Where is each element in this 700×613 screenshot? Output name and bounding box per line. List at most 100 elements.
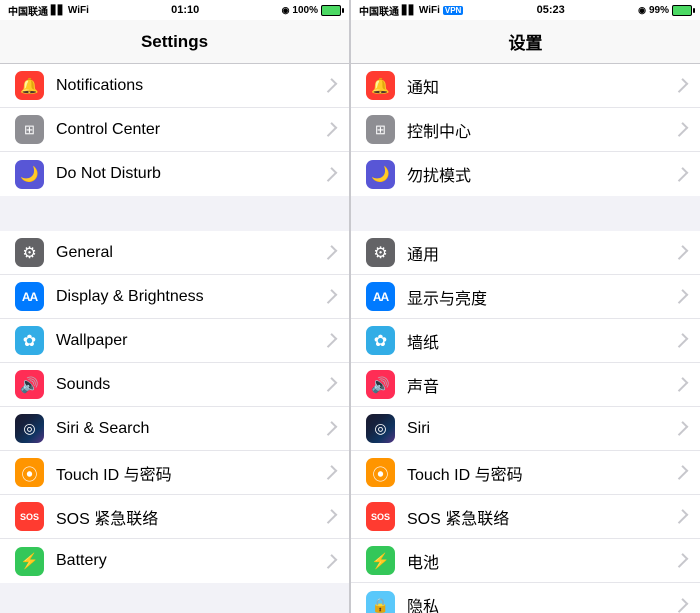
right-notifications-label: 通知	[407, 74, 677, 98]
right-general-label: 通用	[407, 241, 677, 265]
right-vpn-badge: VPN	[443, 6, 463, 15]
sounds-icon: 🔊	[15, 370, 44, 399]
general-icon: ⚙	[15, 238, 44, 267]
left-row-battery[interactable]: ⚡ Battery	[0, 539, 349, 583]
left-wifi-icon: WiFi	[68, 5, 89, 16]
right-section-1: 🔔 通知 ⊞ 控制中心 🌙 勿扰模式	[351, 64, 700, 196]
right-wallpaper-icon: ✿	[366, 326, 395, 355]
right-row-wallpaper[interactable]: ✿ 墙纸	[351, 319, 700, 363]
right-row-battery[interactable]: ⚡ 电池	[351, 539, 700, 583]
right-status-right: ◉ 99%	[638, 5, 692, 16]
left-signal: ▋▋	[51, 5, 65, 16]
right-row-notifications[interactable]: 🔔 通知	[351, 64, 700, 108]
right-sounds-icon: 🔊	[366, 370, 395, 399]
left-row-sounds[interactable]: 🔊 Sounds	[0, 363, 349, 407]
right-signal: ▋▋	[402, 5, 416, 16]
right-display-label: 显示与亮度	[407, 285, 677, 309]
right-privacy-label: 隐私	[407, 593, 677, 613]
left-carrier: 中国联通	[8, 3, 48, 18]
right-sounds-label: 声音	[407, 373, 677, 397]
right-battery-icon: ⚡	[366, 546, 395, 575]
wallpaper-icon: ✿	[15, 326, 44, 355]
left-row-sos[interactable]: SOS SOS 紧急联络	[0, 495, 349, 539]
left-row-siri[interactable]: ◎ Siri & Search	[0, 407, 349, 451]
right-row-sos[interactable]: SOS SOS 紧急联络	[351, 495, 700, 539]
right-row-sounds[interactable]: 🔊 声音	[351, 363, 700, 407]
right-battery-pct: 99%	[649, 5, 669, 16]
right-row-general[interactable]: ⚙ 通用	[351, 231, 700, 275]
touch-id-label: Touch ID 与密码	[56, 461, 326, 485]
general-label: General	[56, 244, 326, 262]
do-not-disturb-icon: 🌙	[15, 160, 44, 189]
left-status-bar: 中国联通 ▋▋ WiFi 01:10 ◉ 100%	[0, 0, 349, 20]
battery-label: Battery	[56, 552, 326, 570]
touch-id-icon: ⦿	[15, 458, 44, 487]
right-phone-panel: 中国联通 ▋▋ WiFi VPN 05:23 ◉ 99% 设置 🔔 通知	[350, 0, 700, 613]
right-control-center-label: 控制中心	[407, 118, 677, 142]
right-row-control-center[interactable]: ⊞ 控制中心	[351, 108, 700, 152]
display-icon: AA	[15, 282, 44, 311]
right-carrier: 中国联通	[359, 3, 399, 18]
right-display-icon: AA	[366, 282, 395, 311]
right-wallpaper-label: 墙纸	[407, 329, 677, 353]
right-siri-label: Siri	[407, 420, 677, 438]
left-section-1: 🔔 Notifications ⊞ Control Center 🌙 Do No…	[0, 64, 349, 196]
right-row-siri[interactable]: ◎ Siri	[351, 407, 700, 451]
right-do-not-disturb-icon: 🌙	[366, 160, 395, 189]
right-sos-label: SOS 紧急联络	[407, 505, 677, 529]
left-row-touch-id[interactable]: ⦿ Touch ID 与密码	[0, 451, 349, 495]
left-time: 01:10	[171, 4, 199, 16]
control-center-icon: ⊞	[15, 115, 44, 144]
left-row-control-center[interactable]: ⊞ Control Center	[0, 108, 349, 152]
left-section-gap-1	[0, 196, 349, 231]
right-battery-label: 电池	[407, 549, 677, 573]
left-row-do-not-disturb[interactable]: 🌙 Do Not Disturb	[0, 152, 349, 196]
right-row-do-not-disturb[interactable]: 🌙 勿扰模式	[351, 152, 700, 196]
right-battery-icon: ◉	[638, 5, 646, 16]
right-status-left: 中国联通 ▋▋ WiFi VPN	[359, 3, 463, 18]
right-siri-icon: ◎	[366, 414, 395, 443]
right-touch-id-icon: ⦿	[366, 458, 395, 487]
right-row-display[interactable]: AA 显示与亮度	[351, 275, 700, 319]
sos-label: SOS 紧急联络	[56, 505, 326, 529]
right-nav-bar: 设置	[351, 20, 700, 64]
wallpaper-label: Wallpaper	[56, 332, 326, 350]
right-row-privacy[interactable]: 🔒 隐私	[351, 583, 700, 613]
right-touch-id-label: Touch ID 与密码	[407, 461, 677, 485]
left-row-display[interactable]: AA Display & Brightness	[0, 275, 349, 319]
right-settings-list: 🔔 通知 ⊞ 控制中心 🌙 勿扰模式	[351, 64, 700, 613]
left-status-left: 中国联通 ▋▋ WiFi	[8, 3, 89, 18]
right-do-not-disturb-label: 勿扰模式	[407, 162, 677, 186]
left-nav-bar: Settings	[0, 20, 349, 64]
left-settings-list: 🔔 Notifications ⊞ Control Center 🌙 Do No…	[0, 64, 349, 613]
control-center-label: Control Center	[56, 121, 326, 139]
siri-icon: ◎	[15, 414, 44, 443]
right-general-icon: ⚙	[366, 238, 395, 267]
right-status-bar: 中国联通 ▋▋ WiFi VPN 05:23 ◉ 99%	[351, 0, 700, 20]
left-row-wallpaper[interactable]: ✿ Wallpaper	[0, 319, 349, 363]
right-control-center-icon: ⊞	[366, 115, 395, 144]
left-battery-bar	[321, 5, 341, 16]
right-nav-title: 设置	[509, 29, 543, 54]
right-privacy-icon: 🔒	[366, 591, 395, 613]
left-status-right: ◉ 100%	[282, 5, 341, 16]
sounds-label: Sounds	[56, 376, 326, 394]
do-not-disturb-label: Do Not Disturb	[56, 165, 326, 183]
right-sos-icon: SOS	[366, 502, 395, 531]
notifications-icon: 🔔	[15, 71, 44, 100]
right-battery-bar	[672, 5, 692, 16]
left-row-general[interactable]: ⚙ General	[0, 231, 349, 275]
left-row-notifications[interactable]: 🔔 Notifications	[0, 64, 349, 108]
left-battery-icon: ◉	[282, 5, 290, 16]
siri-label: Siri & Search	[56, 420, 326, 438]
right-row-touch-id[interactable]: ⦿ Touch ID 与密码	[351, 451, 700, 495]
sos-icon: SOS	[15, 502, 44, 531]
right-wifi-icon: WiFi	[419, 5, 440, 16]
right-time: 05:23	[537, 4, 565, 16]
notifications-label: Notifications	[56, 77, 326, 95]
right-notifications-icon: 🔔	[366, 71, 395, 100]
left-phone-panel: 中国联通 ▋▋ WiFi 01:10 ◉ 100% Settings 🔔 Not…	[0, 0, 350, 613]
left-section-2: ⚙ General AA Display & Brightness ✿ Wall…	[0, 231, 349, 583]
right-section-2: ⚙ 通用 AA 显示与亮度 ✿ 墙纸 🔊	[351, 231, 700, 613]
battery-icon: ⚡	[15, 547, 44, 576]
